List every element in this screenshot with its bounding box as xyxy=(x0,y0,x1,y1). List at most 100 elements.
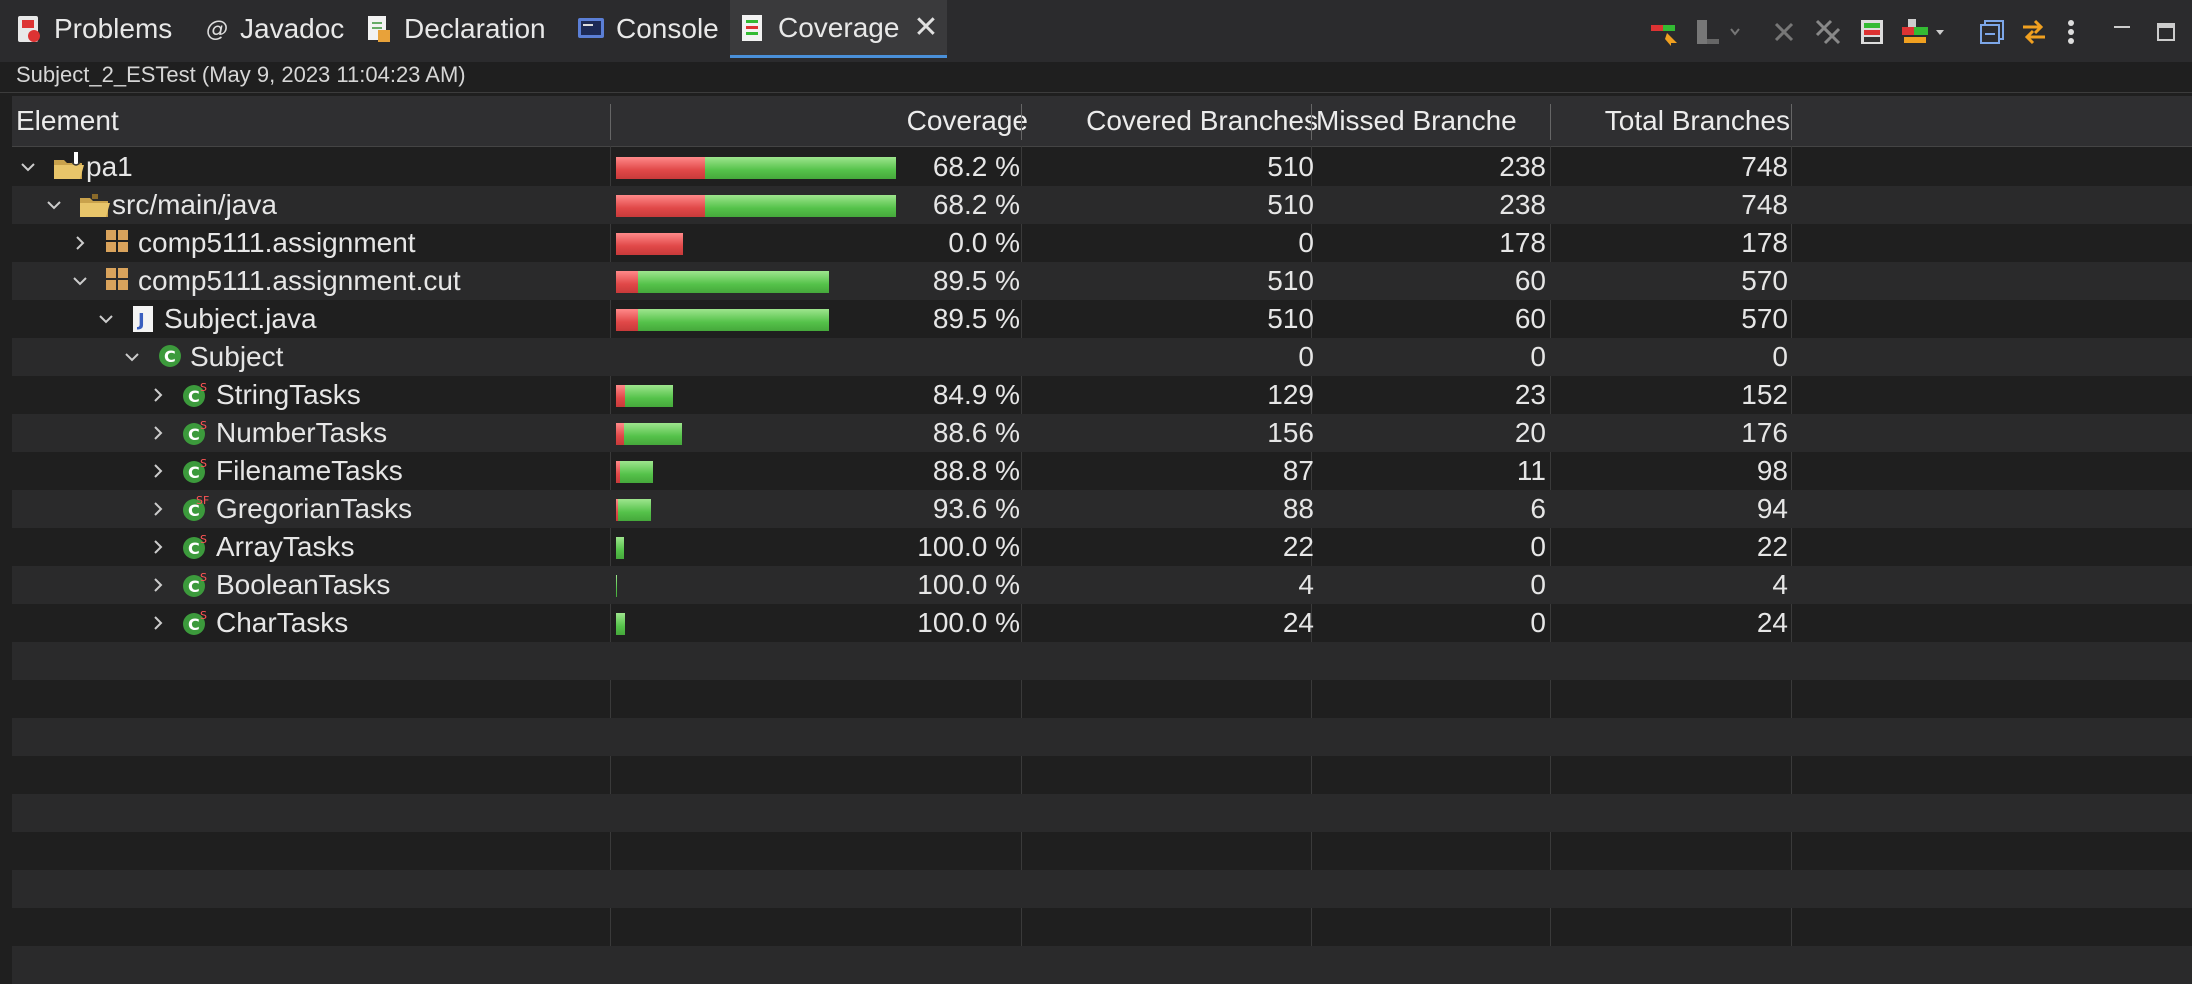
chevron-right-icon[interactable] xyxy=(146,604,170,642)
empty-row xyxy=(12,870,2192,908)
chevron-right-icon[interactable] xyxy=(146,452,170,490)
view-menu-icon[interactable] xyxy=(2056,10,2086,54)
remove-session-icon[interactable] xyxy=(1690,10,1746,54)
link-with-editor-icon[interactable] xyxy=(2014,10,2054,54)
coverage-percent: 89.5 % xyxy=(932,303,1020,334)
tab-declaration[interactable]: Declaration xyxy=(364,0,546,58)
empty-row xyxy=(12,642,2192,680)
total-branches-value: 24 xyxy=(1756,607,1788,638)
project-icon xyxy=(52,152,84,182)
column-resize-handle[interactable] xyxy=(1550,104,1551,140)
static-final-class-icon: C SF xyxy=(182,494,212,524)
coverage-percent: 100.0 % xyxy=(917,569,1020,600)
coverage-bar xyxy=(616,575,617,597)
empty-row xyxy=(12,908,2192,946)
missed-branches-value: 178 xyxy=(1499,227,1546,258)
chevron-down-icon[interactable] xyxy=(120,338,144,376)
missed-bar-segment xyxy=(616,233,683,255)
total-branches-value: 152 xyxy=(1741,379,1788,410)
empty-row xyxy=(12,794,2192,832)
tab-console[interactable]: Console xyxy=(576,0,719,58)
column-resize-handle[interactable] xyxy=(1791,104,1792,140)
table-row[interactable]: J Subject.java 89.5 % 510 60 570 xyxy=(12,300,2192,338)
column-header-element[interactable]: Element xyxy=(16,96,616,146)
svg-text:S: S xyxy=(200,609,207,622)
element-name: Subject xyxy=(190,341,284,372)
svg-text:J: J xyxy=(136,310,145,331)
tab-coverage[interactable]: Coverage ✕ xyxy=(730,0,947,58)
element-name: comp5111.assignment.cut xyxy=(138,265,461,296)
total-branches-value: 178 xyxy=(1741,227,1788,258)
chevron-right-icon[interactable] xyxy=(146,490,170,528)
chevron-right-icon[interactable] xyxy=(146,566,170,604)
chevron-right-icon[interactable] xyxy=(146,376,170,414)
missed-bar-segment xyxy=(616,423,624,445)
total-branches-value: 0 xyxy=(1772,341,1788,372)
chevron-right-icon[interactable] xyxy=(146,528,170,566)
total-branches-value: 94 xyxy=(1756,493,1788,524)
maximize-icon[interactable] xyxy=(2146,10,2186,54)
table-row[interactable]: C S ArrayTasks 100.0 % 22 0 22 xyxy=(12,528,2192,566)
column-header-covered-branches[interactable]: Covered Branches xyxy=(1024,96,1318,146)
covered-branches-value: 129 xyxy=(1267,379,1314,410)
remove-all-sessions-icon[interactable] xyxy=(1808,10,1848,54)
console-icon xyxy=(576,14,606,44)
table-row[interactable]: src/main/java 68.2 % 510 238 748 xyxy=(12,186,2192,224)
chevron-right-icon[interactable] xyxy=(68,224,92,262)
column-resize-handle[interactable] xyxy=(1021,104,1022,140)
table-row[interactable]: C S FilenameTasks 88.8 % 87 11 98 xyxy=(12,452,2192,490)
covered-branches-value: 156 xyxy=(1267,417,1314,448)
missed-bar-segment xyxy=(616,385,625,407)
tab-problems[interactable]: Problems xyxy=(14,0,172,58)
select-counters-icon[interactable] xyxy=(1896,10,1950,54)
covered-branches-value: 510 xyxy=(1267,265,1314,296)
table-row[interactable]: comp5111.assignment.cut 89.5 % 510 60 570 xyxy=(12,262,2192,300)
relaunch-icon[interactable] xyxy=(1646,10,1686,54)
column-header-coverage[interactable]: Coverage xyxy=(612,96,1028,146)
svg-text:C: C xyxy=(188,577,200,596)
column-header-missed-branches[interactable]: Missed Branche xyxy=(1316,96,1516,146)
chevron-down-icon[interactable] xyxy=(68,262,92,300)
coverage-percent: 100.0 % xyxy=(917,531,1020,562)
table-body: pa1 68.2 % 510 238 748 src/main/java 68.2 % 510… xyxy=(12,148,2192,984)
coverage-bar xyxy=(616,385,673,407)
chevron-down-icon[interactable] xyxy=(94,300,118,338)
coverage-percent: 68.2 % xyxy=(932,151,1020,182)
remove-active-session-icon[interactable] xyxy=(1764,10,1804,54)
table-row[interactable]: C S NumberTasks 88.6 % 156 20 176 xyxy=(12,414,2192,452)
column-resize-handle[interactable] xyxy=(610,104,611,140)
tab-javadoc[interactable]: @ Javadoc xyxy=(200,0,344,58)
table-row[interactable]: C S CharTasks 100.0 % 24 0 24 xyxy=(12,604,2192,642)
coverage-bar xyxy=(616,271,829,293)
missed-bar-segment xyxy=(616,271,638,293)
static-class-icon: CS xyxy=(182,532,212,562)
svg-text:SF: SF xyxy=(196,494,209,507)
chevron-right-icon[interactable] xyxy=(146,414,170,452)
minimize-icon[interactable] xyxy=(2102,10,2142,54)
svg-text:C: C xyxy=(164,347,176,366)
chevron-down-icon[interactable] xyxy=(42,186,66,224)
close-icon[interactable]: ✕ xyxy=(913,12,938,43)
missed-branches-value: 6 xyxy=(1530,493,1546,524)
empty-row xyxy=(12,756,2192,794)
table-row[interactable]: C SF GregorianTasks 93.6 % 88 6 94 xyxy=(12,490,2192,528)
total-branches-value: 748 xyxy=(1741,151,1788,182)
column-resize-handle[interactable] xyxy=(1311,104,1312,140)
coverage-percent: 100.0 % xyxy=(917,607,1020,638)
table-row[interactable]: C S StringTasks 84.9 % 129 23 152 xyxy=(12,376,2192,414)
column-header-total-branches[interactable]: Total Branches xyxy=(1552,96,1790,146)
missed-branches-value: 60 xyxy=(1514,265,1546,296)
chevron-down-icon[interactable] xyxy=(16,148,40,186)
tab-problems-label: Problems xyxy=(54,13,173,44)
table-row[interactable]: C Subject 0 0 0 xyxy=(12,338,2192,376)
static-class-icon: CS xyxy=(182,608,212,638)
table-row[interactable]: C S BooleanTasks 100.0 % 4 0 4 xyxy=(12,566,2192,604)
table-row[interactable]: pa1 68.2 % 510 238 748 xyxy=(12,148,2192,186)
table-row[interactable]: comp5111.assignment 0.0 % 0 178 178 xyxy=(12,224,2192,262)
merge-sessions-icon[interactable] xyxy=(1852,10,1892,54)
svg-text:S: S xyxy=(200,419,207,432)
covered-bar-segment xyxy=(616,613,625,635)
total-branches-value: 22 xyxy=(1756,531,1788,562)
collapse-all-icon[interactable] xyxy=(1972,10,2012,54)
svg-text:@: @ xyxy=(206,17,228,42)
